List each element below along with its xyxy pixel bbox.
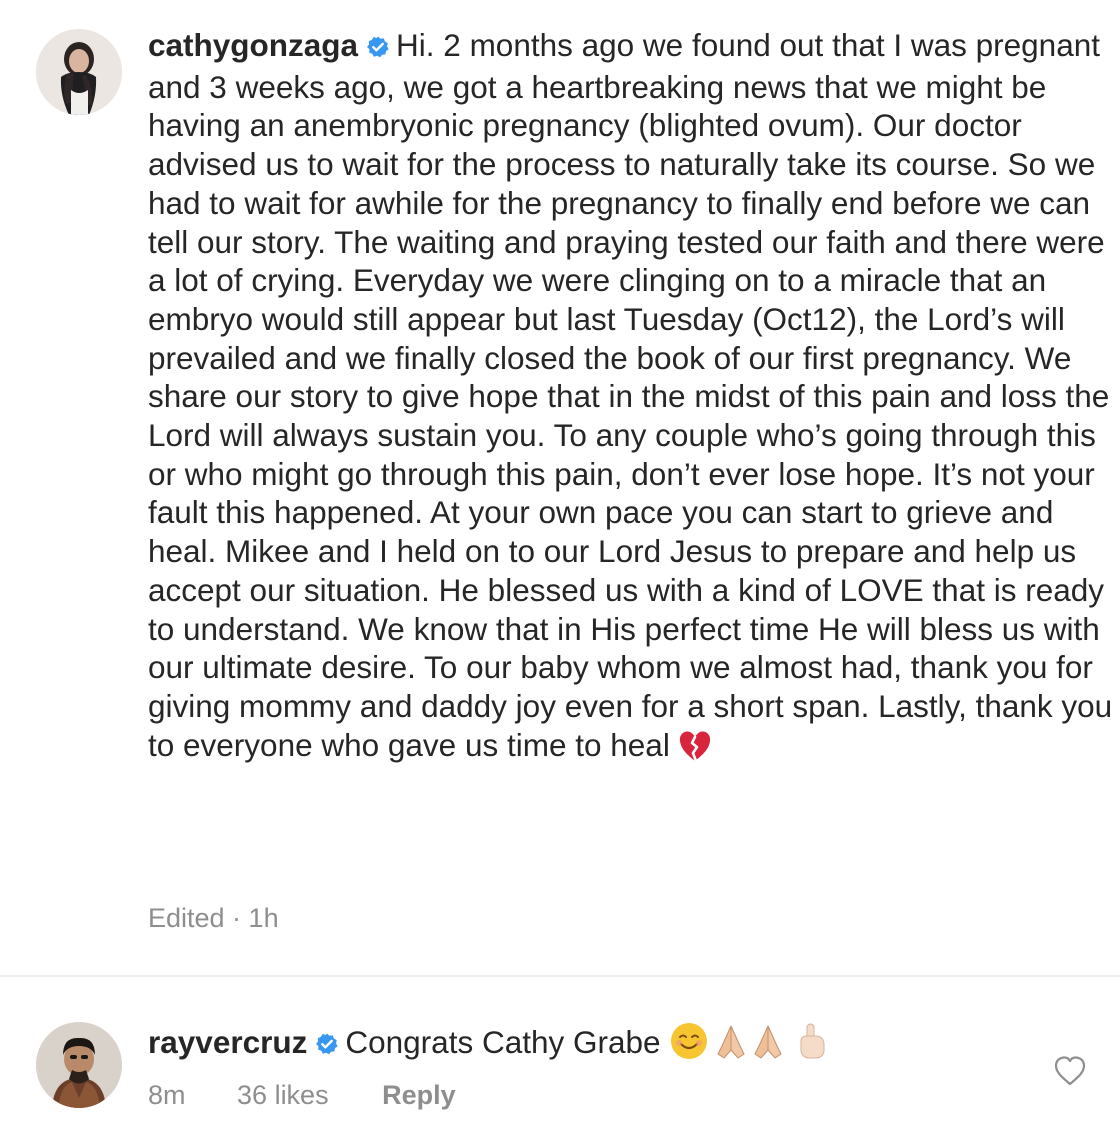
post-username[interactable]: cathygonzaga [148,27,358,63]
comment-emojis [669,1021,833,1069]
verified-badge-icon [366,29,390,68]
caption-post: cathygonzaga Hi. 2 months ago we found ou… [0,0,1120,975]
heart-icon[interactable] [1053,1055,1087,1087]
comment-avatar[interactable] [36,1022,122,1108]
post-caption: cathygonzaga Hi. 2 months ago we found ou… [148,26,1113,770]
comment-text-line: rayvercruz Congrats Cathy Grabe [148,1021,833,1069]
comment-likes-link[interactable]: 36 likes [237,1080,329,1111]
section-divider [0,975,1120,977]
broken-heart-icon [678,730,712,771]
profile-photo-icon [36,1022,122,1108]
post-meta: Edited · 1h [148,903,279,933]
folded-hands-icon [753,1025,782,1059]
comment-username[interactable]: rayvercruz [148,1024,307,1060]
index-pointing-up-icon [800,1023,825,1059]
profile-photo-icon [36,29,122,115]
comment-meta: 8m 36 likes Reply [148,1080,456,1111]
comment-text: Congrats Cathy Grabe [345,1024,661,1060]
folded-hands-icon [716,1025,745,1059]
comment-time: 8m [148,1080,186,1110]
smiling-face-icon [670,1023,707,1059]
reply-button[interactable]: Reply [382,1080,456,1111]
verified-badge-icon [315,1026,339,1064]
avatar[interactable] [36,29,122,115]
post-caption-text: Hi. 2 months ago we found out that I was… [148,27,1113,763]
